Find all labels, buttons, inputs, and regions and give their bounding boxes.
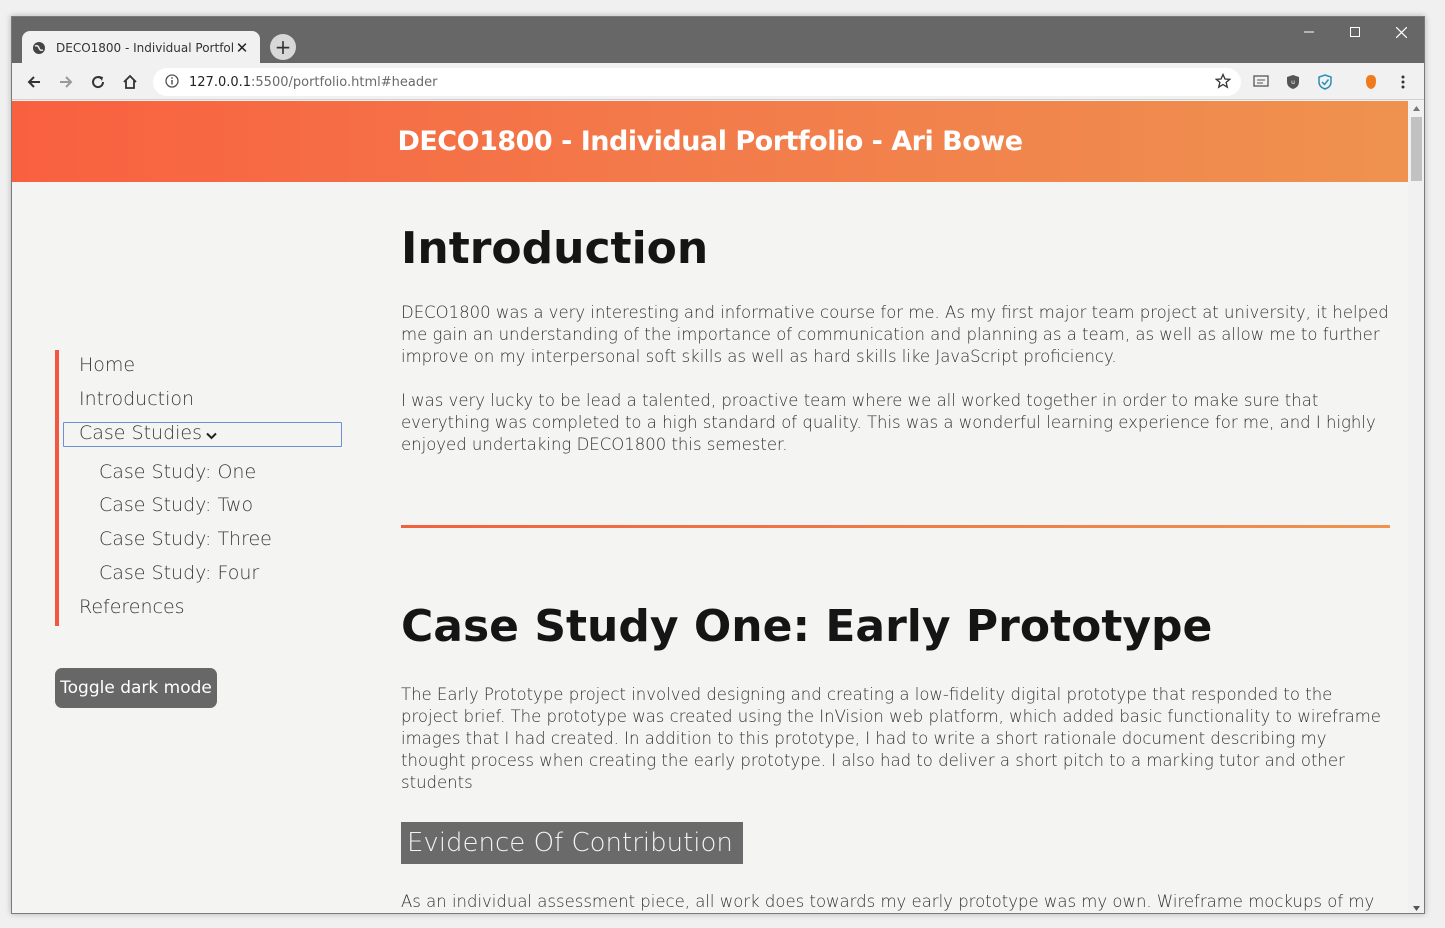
scrollbar-thumb[interactable]	[1411, 117, 1422, 181]
nav-link-case-study-four[interactable]: Case Study: Four	[99, 562, 259, 584]
browser-tab[interactable]: DECO1800 - Individual Portfolio ✕	[22, 31, 260, 64]
section-divider	[401, 525, 1390, 528]
svg-text:u: u	[1291, 79, 1295, 86]
home-icon[interactable]	[117, 69, 143, 95]
back-icon[interactable]	[21, 69, 47, 95]
tab-strip: DECO1800 - Individual Portfolio ✕ +	[12, 17, 1424, 64]
close-window-icon[interactable]	[1378, 17, 1424, 47]
page-header: DECO1800 - Individual Portfolio - Ari Bo…	[12, 101, 1408, 182]
nav-link-home[interactable]: Home	[79, 354, 135, 376]
nav-link-case-study-three[interactable]: Case Study: Three	[99, 528, 272, 550]
reload-icon[interactable]	[85, 69, 111, 95]
menu-kebab-icon[interactable]	[1394, 73, 1412, 91]
browser-window: DECO1800 - Individual Portfolio ✕ + 127.…	[11, 16, 1425, 914]
nav-dropdown-case-studies[interactable]: Case Studies	[79, 422, 217, 445]
forward-icon[interactable]	[53, 69, 79, 95]
evidence-heading: Evidence Of Contribution	[401, 822, 743, 864]
maximize-icon[interactable]	[1332, 17, 1378, 47]
nav-link-case-study-two[interactable]: Case Study: Two	[99, 494, 253, 516]
url-path: :5500/portfolio.html#header	[251, 74, 438, 90]
evidence-paragraph: As an individual assessment piece, all w…	[401, 892, 1375, 911]
intro-paragraph-2: I was very lucky to be lead a talented, …	[401, 391, 1376, 454]
intro-paragraph-1: DECO1800 was a very interesting and info…	[401, 303, 1389, 366]
privacy-shield-icon[interactable]	[1316, 73, 1334, 91]
nav-link-introduction[interactable]: Introduction	[79, 388, 194, 410]
profile-icon[interactable]	[1362, 73, 1380, 91]
close-tab-icon[interactable]: ✕	[234, 39, 250, 57]
chevron-down-icon	[206, 423, 217, 445]
intro-heading: Introduction	[401, 223, 709, 274]
case-study-one-paragraph: The Early Prototype project involved des…	[401, 685, 1381, 792]
new-tab-button[interactable]: +	[270, 34, 296, 60]
page-viewport: DECO1800 - Individual Portfolio - Ari Bo…	[12, 101, 1408, 913]
globe-icon	[32, 41, 46, 55]
nav-link-references[interactable]: References	[79, 596, 185, 618]
shield-icon[interactable]: u	[1284, 73, 1302, 91]
address-bar[interactable]: 127.0.0.1:5500/portfolio.html#header	[153, 68, 1241, 96]
tab-title: DECO1800 - Individual Portfolio	[56, 40, 234, 55]
bookmark-star-icon[interactable]	[1214, 72, 1232, 93]
scroll-up-arrow-icon[interactable]	[1408, 101, 1424, 115]
info-icon[interactable]	[165, 73, 179, 92]
url-host: 127.0.0.1	[189, 74, 252, 90]
minimize-icon[interactable]	[1286, 17, 1332, 47]
page-header-title: DECO1800 - Individual Portfolio - Ari Bo…	[397, 126, 1023, 157]
extension-icon[interactable]	[1252, 73, 1270, 91]
toggle-dark-mode-button[interactable]: Toggle dark mode	[55, 668, 217, 708]
side-navigation: Home Introduction Case Studies Case Stud…	[55, 350, 345, 626]
browser-toolbar: 127.0.0.1:5500/portfolio.html#header u	[12, 63, 1424, 100]
nav-link-case-study-one[interactable]: Case Study: One	[99, 461, 256, 483]
case-study-one-heading: Case Study One: Early Prototype	[401, 601, 1213, 652]
vertical-scrollbar[interactable]	[1408, 101, 1424, 913]
nav-dropdown-label: Case Studies	[79, 422, 203, 444]
url-text: 127.0.0.1:5500/portfolio.html#header	[189, 75, 437, 90]
scroll-down-arrow-icon[interactable]	[1408, 901, 1424, 913]
